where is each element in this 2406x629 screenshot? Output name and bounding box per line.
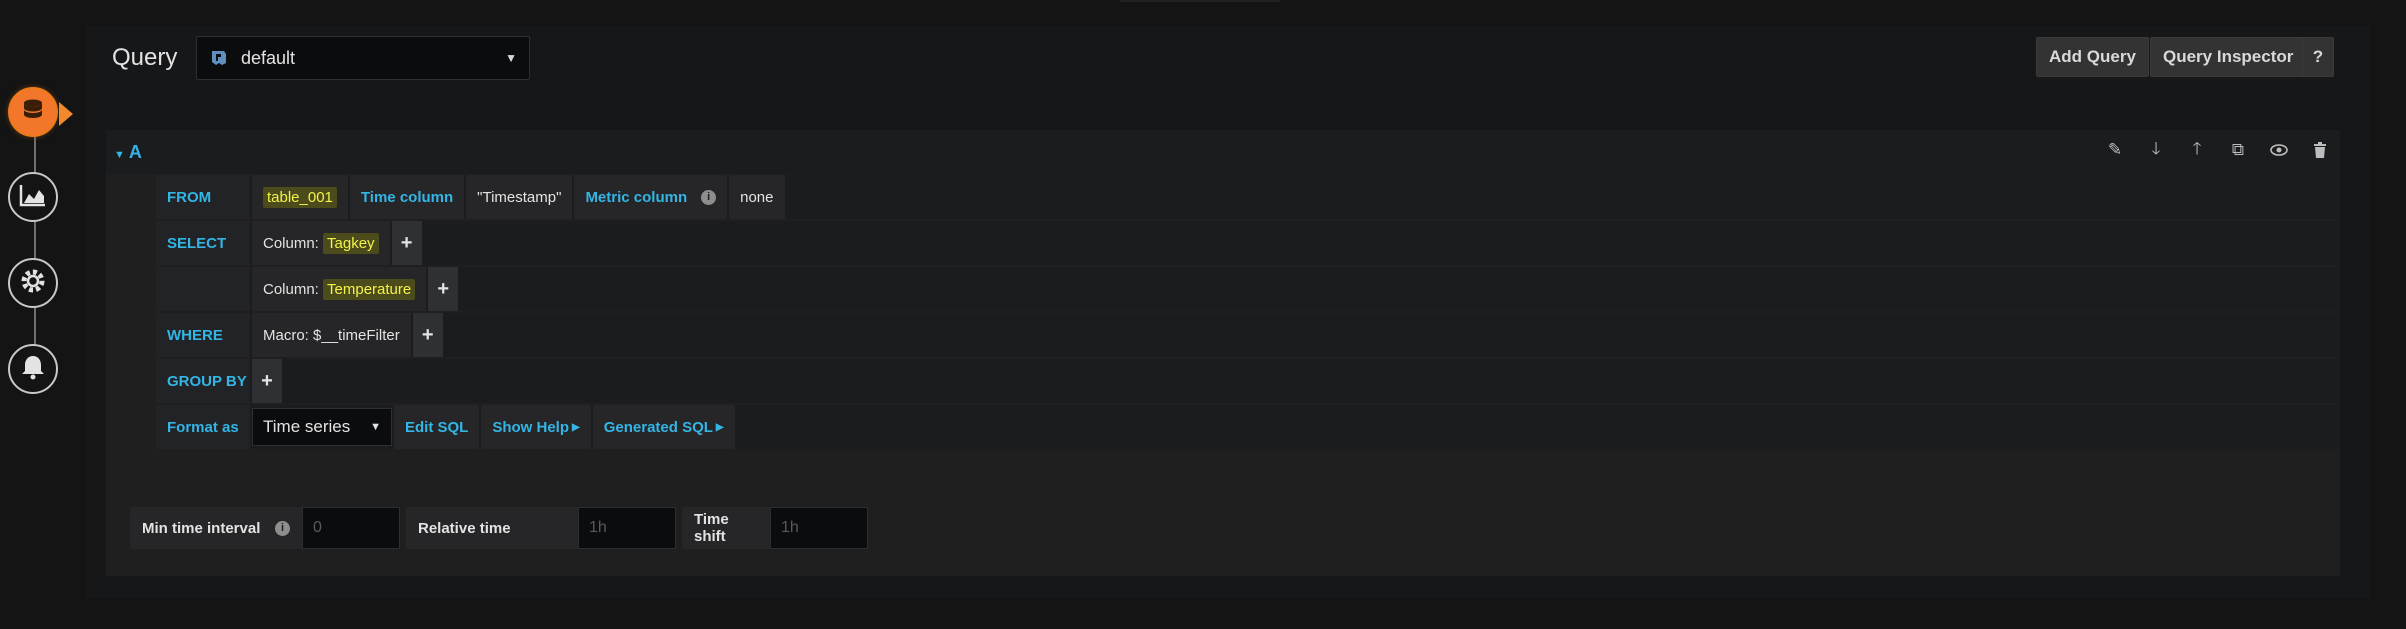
top-edge-line xyxy=(1120,0,1280,2)
from-row: FROM table_001 Time column "Timestamp" M… xyxy=(156,175,2340,219)
column-name: Tagkey xyxy=(323,232,379,254)
active-tab-arrow xyxy=(59,102,73,126)
where-row: WHERE Macro: $__timeFilter + xyxy=(156,313,2340,357)
edit-sql-button[interactable]: Edit SQL xyxy=(394,405,480,449)
where-keyword: WHERE xyxy=(156,313,250,357)
select-row: Column: Temperature + xyxy=(156,267,2340,311)
datasource-select[interactable]: default ▼ xyxy=(196,36,530,80)
trash-icon[interactable] xyxy=(2310,140,2330,160)
caret-down-icon: ▼ xyxy=(114,149,125,161)
select-column-part[interactable]: Column: Temperature xyxy=(252,267,427,311)
relative-time-input[interactable]: 1h xyxy=(578,507,676,549)
time-column-select[interactable]: "Timestamp" xyxy=(466,175,573,219)
select-keyword: SELECT xyxy=(156,221,250,265)
datasource-logo-icon xyxy=(209,48,229,68)
where-macro-part[interactable]: Macro: $__timeFilter xyxy=(252,313,411,357)
query-inspector-button[interactable]: Query Inspector xyxy=(2150,37,2307,77)
chevron-down-icon: ▼ xyxy=(505,51,517,65)
add-group-by-button[interactable]: + xyxy=(252,359,282,403)
rail-connector xyxy=(34,112,36,372)
row-filler xyxy=(284,359,2340,403)
move-up-icon[interactable]: 🡑 xyxy=(2187,139,2207,160)
visualization-icon xyxy=(18,182,48,213)
column-name: Temperature xyxy=(323,278,416,300)
relative-time-label: Relative time xyxy=(406,507,578,549)
page-title: Query xyxy=(112,44,178,71)
select-row: SELECT Column: Tagkey + xyxy=(156,221,2340,265)
query-row-header: ▼ A ✎ 🡓 🡑 ⧉ xyxy=(106,130,2340,174)
duplicate-icon[interactable]: ⧉ xyxy=(2228,140,2248,160)
row-filler xyxy=(736,405,2340,449)
group-by-row: GROUP BY + xyxy=(156,359,2340,403)
query-editor-panel: Query default ▼ Add Query Query Inspecto… xyxy=(86,26,2370,598)
settings-icon xyxy=(18,266,48,301)
query-row-actions: ✎ 🡓 🡑 ⧉ xyxy=(2105,139,2330,160)
row-filler xyxy=(444,313,2340,357)
database-icon xyxy=(19,96,47,129)
chevron-down-icon: ▼ xyxy=(370,421,381,433)
group-by-keyword: GROUP BY xyxy=(156,359,250,403)
add-query-button[interactable]: Add Query xyxy=(2036,37,2149,77)
table-name: table_001 xyxy=(263,186,337,208)
add-select-part-button[interactable]: + xyxy=(428,267,459,311)
show-help-label: Show Help xyxy=(492,418,570,436)
row-filler xyxy=(423,221,2340,265)
info-icon[interactable]: i xyxy=(701,189,717,205)
datasource-name: default xyxy=(241,47,296,68)
add-select-part-button[interactable]: + xyxy=(391,221,422,265)
generated-sql-label: Generated SQL xyxy=(603,418,713,436)
metric-column-select[interactable]: none xyxy=(729,175,785,219)
query-options-panel: Min time interval i 0 Relative time 1h T… xyxy=(106,478,2340,576)
visualization-tab[interactable] xyxy=(8,172,58,222)
generated-sql-button[interactable]: Generated SQL ▶ xyxy=(592,405,735,449)
query-row: ▼ A ✎ 🡓 🡑 ⧉ FROM table_001 Time column "… xyxy=(106,130,2340,478)
metric-column-label-text: Metric column xyxy=(585,188,688,206)
caret-right-icon: ▶ xyxy=(572,421,580,433)
select-keyword-empty xyxy=(156,267,250,311)
row-filler xyxy=(786,175,2340,219)
general-settings-tab[interactable] xyxy=(8,258,58,308)
query-row-toggle[interactable]: ▼ A xyxy=(114,142,142,163)
time-shift-label: Time shift xyxy=(682,507,776,549)
info-icon[interactable]: i xyxy=(275,520,290,536)
row-filler xyxy=(460,267,2340,311)
min-interval-label-text: Min time interval xyxy=(142,519,261,537)
caret-right-icon: ▶ xyxy=(715,421,724,433)
table-select[interactable]: table_001 xyxy=(252,175,348,219)
min-interval-input[interactable]: 0 xyxy=(302,507,400,549)
eye-icon[interactable] xyxy=(2269,140,2289,160)
alert-bell-icon xyxy=(19,353,47,386)
sql-query-builder: FROM table_001 Time column "Timestamp" M… xyxy=(156,175,2340,451)
add-where-button[interactable]: + xyxy=(412,313,443,357)
from-keyword: FROM xyxy=(156,175,250,219)
show-help-button[interactable]: Show Help ▶ xyxy=(481,405,591,449)
format-row: Format as Time series ▼ Edit SQL Show He… xyxy=(156,405,2340,449)
time-shift-input[interactable]: 1h xyxy=(770,507,868,549)
min-interval-label: Min time interval i xyxy=(130,507,302,549)
format-select[interactable]: Time series ▼ xyxy=(252,408,392,446)
time-column-label: Time column xyxy=(349,175,465,219)
help-button[interactable]: ? xyxy=(2302,37,2334,77)
select-column-part[interactable]: Column: Tagkey xyxy=(252,221,390,265)
editor-rail xyxy=(0,0,73,629)
format-as-label: Format as xyxy=(156,405,250,449)
column-prefix: Column: xyxy=(263,280,324,298)
column-prefix: Column: xyxy=(263,234,324,252)
queries-tab[interactable] xyxy=(8,87,58,137)
move-down-icon[interactable]: 🡓 xyxy=(2146,139,2166,160)
query-ref-id: A xyxy=(128,142,142,162)
alert-tab[interactable] xyxy=(8,344,58,394)
metric-column-label: Metric column i xyxy=(574,175,728,219)
edit-pencil-icon[interactable]: ✎ xyxy=(2105,140,2125,160)
format-value: Time series xyxy=(263,417,351,436)
